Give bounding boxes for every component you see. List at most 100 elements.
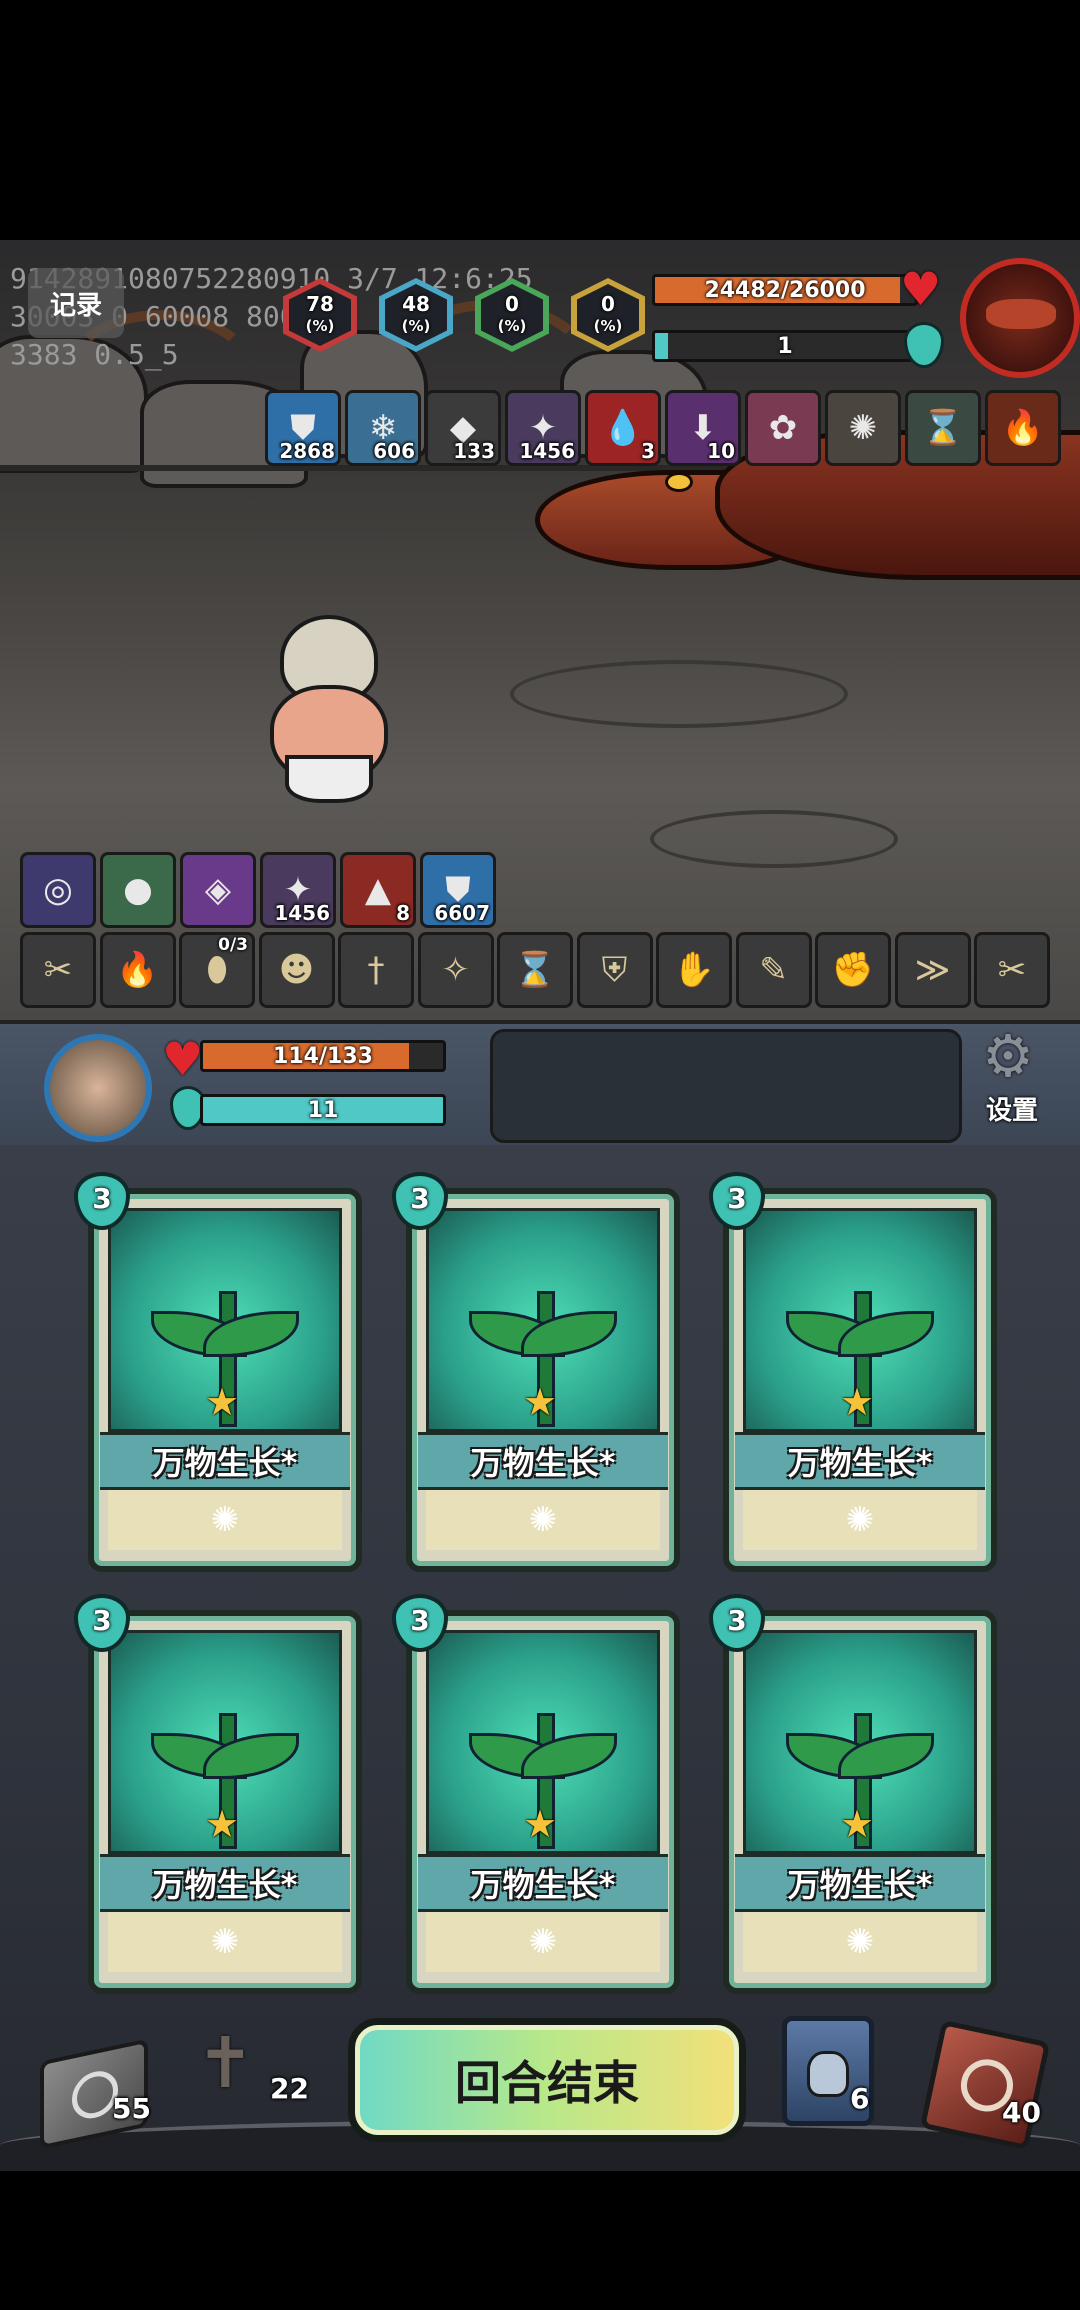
record-button[interactable]: 记录	[28, 268, 124, 338]
relic-counter: 0/3	[218, 935, 248, 955]
spark-icon: ✺	[528, 1500, 558, 1540]
floor-rune-circle	[510, 660, 848, 728]
card-name: 万物生长*	[100, 1432, 350, 1490]
card[interactable]: ★ 万物生长* ✺ 3	[388, 1590, 680, 1994]
bear-face-icon[interactable]: ☻	[258, 932, 335, 1008]
player-buff-0[interactable]: ◎	[20, 852, 96, 928]
enemy-buff-value: 2868	[279, 439, 335, 463]
enemy-stat-value: 48	[402, 292, 430, 316]
enemy-stat-unit: (%)	[305, 317, 335, 335]
player-hp-bar: 114/133	[200, 1040, 446, 1072]
enemy-buff-1[interactable]: ❄ 606	[345, 390, 421, 466]
player-avatar[interactable]	[44, 1034, 152, 1142]
chain-portal-icon: ◎	[43, 870, 73, 910]
enemy-buff-value: 606	[373, 439, 415, 463]
red-egg-icon[interactable]: ⬮ 0/3	[179, 932, 255, 1008]
player-buff-2[interactable]: ◈	[180, 852, 256, 928]
blue-dragon-shield-icon[interactable]: ⛨	[576, 932, 653, 1008]
star-icon: ★	[840, 1380, 875, 1424]
card-cost-value: 3	[410, 1182, 430, 1215]
card-name: 万物生长*	[735, 1432, 985, 1490]
card-cost: 3	[388, 1168, 448, 1232]
enemy-stat-value: 78	[306, 292, 334, 316]
enemy-buff-7[interactable]: ✺	[825, 390, 901, 466]
card-frame: ★ 万物生长* ✺	[88, 1188, 362, 1572]
red-gauntlet-icon[interactable]: ✋	[656, 932, 732, 1008]
card-description: ✺	[108, 1490, 342, 1550]
player-buff-4[interactable]: ▲ 8	[340, 852, 416, 928]
enemy-buff-value: 10	[707, 439, 735, 463]
enemy-buff-2[interactable]: ◆ 133	[425, 390, 501, 466]
knife-potion-icon[interactable]: ✂	[20, 932, 96, 1008]
player-buff-value: 1456	[274, 901, 330, 925]
card[interactable]: ★ 万物生长* ✺ 3	[705, 1168, 997, 1572]
spark-icon: ✺	[210, 1922, 240, 1962]
card-description: ✺	[743, 1912, 977, 1972]
hourglass-icon-glyph: ⌛	[513, 950, 557, 990]
card-cost-value: 3	[727, 1604, 747, 1637]
spark-horn-icon[interactable]: ✧	[417, 932, 494, 1008]
card-description: ✺	[426, 1490, 660, 1550]
bear-face-icon-glyph: ☻	[278, 950, 315, 990]
card-description: ✺	[426, 1912, 660, 1972]
card[interactable]: ★ 万物生长* ✺ 3	[70, 1168, 362, 1572]
enemy-buff-5[interactable]: ⬇ 10	[665, 390, 741, 466]
card[interactable]: ★ 万物生长* ✺ 3	[70, 1590, 362, 1994]
red-flame-icon: ▲	[364, 870, 392, 910]
hourglass-icon[interactable]: ⌛	[497, 932, 573, 1008]
card-frame: ★ 万物生长* ✺	[723, 1188, 997, 1572]
enemy-buff-4[interactable]: 💧 3	[585, 390, 661, 466]
enemy-buff-6[interactable]: ✿	[745, 390, 821, 466]
card[interactable]: ★ 万物生长* ✺ 3	[705, 1590, 997, 1994]
enemy-buff-9[interactable]: 🔥	[985, 390, 1061, 466]
enemy-stat-1: 48 (%)	[385, 284, 447, 346]
dagger-icon[interactable]: †	[338, 932, 414, 1008]
enemy-hp-bar: 24482/26000	[652, 274, 918, 306]
discard-pile-count: 22	[270, 2072, 309, 2105]
enemy-stat-unit: (%)	[593, 317, 623, 335]
spark-icon: ✺	[528, 1922, 558, 1962]
enemy-buff-0[interactable]: ⛊ 2868	[265, 390, 341, 466]
enemy-stat-unit: (%)	[497, 317, 527, 335]
card-name: 万物生长*	[418, 1432, 668, 1490]
player-buff-5[interactable]: ⛊ 6607	[420, 852, 496, 928]
card-name: 万物生长*	[735, 1854, 985, 1912]
deck-count: 40	[1002, 2096, 1041, 2129]
dagger-icon-glyph: †	[367, 950, 385, 990]
potion-flask-icon	[807, 2051, 849, 2097]
player-energy-text: 11	[307, 1097, 339, 1123]
settings-button[interactable]: 设置	[986, 1090, 1038, 1127]
card[interactable]: ★ 万物生长* ✺ 3	[388, 1168, 680, 1572]
gold-scroll-icon[interactable]: ✎	[735, 932, 812, 1008]
gear-icon[interactable]: ⚙	[978, 1026, 1038, 1086]
slime-dagger-icon[interactable]: ✂	[974, 932, 1050, 1008]
fire-apple-icon[interactable]: 🔥	[99, 932, 176, 1008]
enemy-stat-unit: (%)	[401, 317, 431, 335]
enemy-hp-text: 24482/26000	[704, 277, 866, 303]
star-icon: ★	[523, 1802, 558, 1846]
player-buff-value: 8	[396, 901, 410, 925]
claw-icon: ✺	[848, 408, 878, 448]
enemy-avatar[interactable]	[960, 258, 1080, 378]
player-buff-1[interactable]: ●	[100, 852, 176, 928]
spark-horn-icon-glyph: ✧	[441, 950, 470, 990]
grave-cross-icon[interactable]: ✝	[196, 2022, 255, 2104]
player-hp-text: 114/133	[273, 1043, 373, 1069]
draw-pile-count: 55	[112, 2092, 151, 2125]
dragon-portrait-icon	[986, 299, 1056, 329]
enemy-stat-3: 0 (%)	[577, 284, 639, 346]
enemy-buff-value: 3	[641, 439, 655, 463]
enemy-buff-8[interactable]: ⌛	[905, 390, 981, 466]
card-frame: ★ 万物生长* ✺	[406, 1610, 680, 1994]
player-character[interactable]	[245, 615, 405, 805]
deck-pile[interactable]	[919, 2019, 1051, 2151]
knife-potion-icon-glyph: ✂	[43, 950, 73, 990]
player-buff-3[interactable]: ✦ 1456	[260, 852, 336, 928]
enemy-buff-3[interactable]: ✦ 1456	[505, 390, 581, 466]
card-cost: 3	[70, 1590, 130, 1654]
fish-icon[interactable]: ≫	[894, 932, 971, 1008]
end-turn-button[interactable]: 回合结束	[348, 2018, 746, 2142]
brown-glove-icon[interactable]: ✊	[815, 932, 891, 1008]
star-icon: ★	[205, 1380, 240, 1424]
card-frame: ★ 万物生长* ✺	[88, 1610, 362, 1994]
